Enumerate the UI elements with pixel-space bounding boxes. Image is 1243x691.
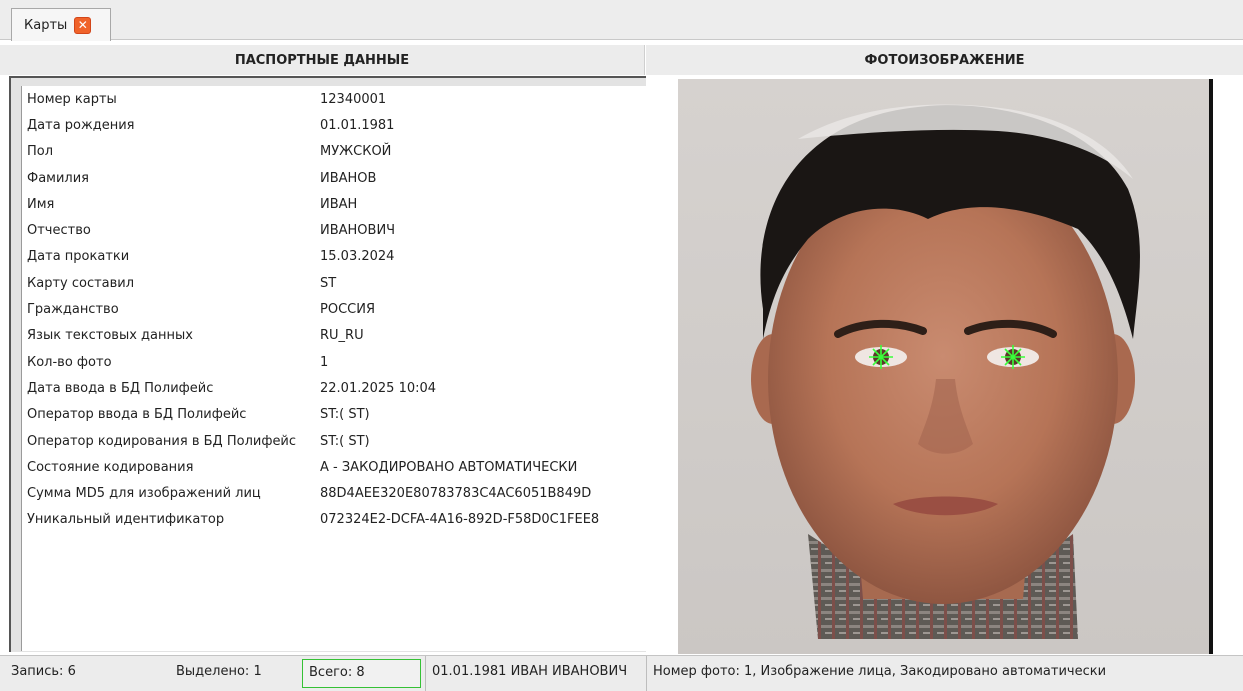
field-value: ST:( ST) (320, 433, 370, 449)
field-value: 88D4AEE320E80783783C4AC6051B849D (320, 486, 592, 502)
field-label: Карту составил (27, 275, 135, 291)
app-window: Карты ✕ ПАСПОРТНЫЕ ДАННЫЕ ФОТОИЗОБРАЖЕНИ… (0, 0, 1243, 691)
list-item[interactable]: Фамилия ИВАНОВ (22, 165, 647, 191)
status-person: 01.01.1981 ИВАН ИВАНОВИЧ (432, 664, 628, 679)
field-label: Дата рождения (27, 117, 135, 133)
list-item[interactable]: Гражданство РОССИЯ (22, 296, 647, 322)
field-label: Сумма MD5 для изображений лиц (27, 486, 261, 502)
field-value: ИВАНОВ (320, 170, 377, 186)
list-item[interactable]: Состояние кодирования А - ЗАКОДИРОВАНО АВ… (22, 454, 647, 480)
list-item[interactable]: Уникальный идентификатор 072324E2-DCFA-4A… (22, 507, 647, 533)
field-label: Фамилия (27, 170, 89, 186)
field-label: Дата ввода в БД Полифейс (27, 380, 214, 396)
status-divider (646, 656, 647, 691)
field-value: ST:( ST) (320, 407, 370, 423)
field-label: Имя (27, 196, 55, 212)
field-label: Дата прокатки (27, 249, 130, 265)
field-label: Гражданство (27, 302, 119, 318)
field-value: 1 (320, 354, 329, 370)
field-value: 22.01.2025 10:04 (320, 380, 437, 396)
field-label: Оператор ввода в БД Полифейс (27, 407, 247, 423)
field-value: МУЖСКОЙ (320, 144, 392, 160)
list-item[interactable]: Дата рождения 01.01.1981 (22, 112, 647, 138)
list-item[interactable]: Оператор кодирования в БД Полифейс ST:( S… (22, 428, 647, 454)
face-photo[interactable] (678, 79, 1213, 654)
tab-cards[interactable]: Карты ✕ (11, 8, 111, 41)
field-value: РОССИЯ (320, 302, 375, 318)
list-item[interactable]: Дата ввода в БД Полифейс 22.01.2025 10:04 (22, 375, 647, 401)
photo-header: ФОТОИЗОБРАЖЕНИЕ (646, 45, 1243, 75)
field-value: ИВАНОВИЧ (320, 223, 396, 239)
list-item[interactable]: Отчество ИВАНОВИЧ (22, 217, 647, 243)
field-value: 072324E2-DCFA-4A16-892D-F58D0C1FEE8 (320, 512, 600, 528)
status-bar: Запись: 6 Выделено: 1 Всего: 8 01.01.198… (0, 655, 1243, 691)
list-item[interactable]: Кол-во фото 1 (22, 349, 647, 375)
list-item[interactable]: Язык текстовых данных RU_RU (22, 323, 647, 349)
photo-panel (646, 76, 1243, 654)
field-label: Состояние кодирования (27, 459, 194, 475)
field-label: Уникальный идентификатор (27, 512, 225, 528)
list-item[interactable]: Номер карты 12340001 (22, 86, 647, 112)
record-counter: Запись: 6 (11, 664, 76, 679)
field-value: А - ЗАКОДИРОВАНО АВТОМАТИЧЕСКИ (320, 459, 578, 475)
list-item[interactable]: Дата прокатки 15.03.2024 (22, 244, 647, 270)
field-label: Номер карты (27, 91, 117, 107)
field-label: Язык текстовых данных (27, 328, 193, 344)
list-item[interactable]: Сумма MD5 для изображений лиц 88D4AEE320E… (22, 480, 647, 506)
list-item[interactable]: Карту составил ST (22, 270, 647, 296)
list-item[interactable]: Имя ИВАН (22, 191, 647, 217)
passport-header: ПАСПОРТНЫЕ ДАННЫЕ (0, 45, 645, 75)
selected-counter: Выделено: 1 (176, 664, 262, 679)
tab-label: Карты (24, 17, 68, 33)
field-value: 01.01.1981 (320, 117, 395, 133)
status-photo-info: Номер фото: 1, Изображение лица, Закодир… (653, 664, 1107, 679)
close-icon[interactable]: ✕ (74, 16, 92, 34)
face-photo-image (678, 79, 1209, 654)
tab-bar: Карты ✕ (0, 0, 1243, 41)
field-value: ST (320, 275, 337, 291)
field-value: ИВАН (320, 196, 358, 212)
field-value: 15.03.2024 (320, 249, 395, 265)
status-divider (425, 656, 426, 691)
total-counter[interactable]: Всего: 8 (302, 659, 421, 688)
field-label: Оператор кодирования в БД Полифейс (27, 433, 297, 449)
field-label: Пол (27, 144, 54, 160)
passport-data-list[interactable]: Номер карты 12340001 Дата рождения 01.01.1… (21, 86, 647, 651)
list-item[interactable]: Пол МУЖСКОЙ (22, 139, 647, 165)
field-value: 12340001 (320, 91, 387, 107)
list-item[interactable]: Оператор ввода в БД Полифейс ST:( ST) (22, 402, 647, 428)
passport-panel: Номер карты 12340001 Дата рождения 01.01.1… (9, 76, 647, 652)
field-label: Отчество (27, 223, 91, 239)
field-label: Кол-во фото (27, 354, 112, 370)
field-value: RU_RU (320, 328, 364, 344)
